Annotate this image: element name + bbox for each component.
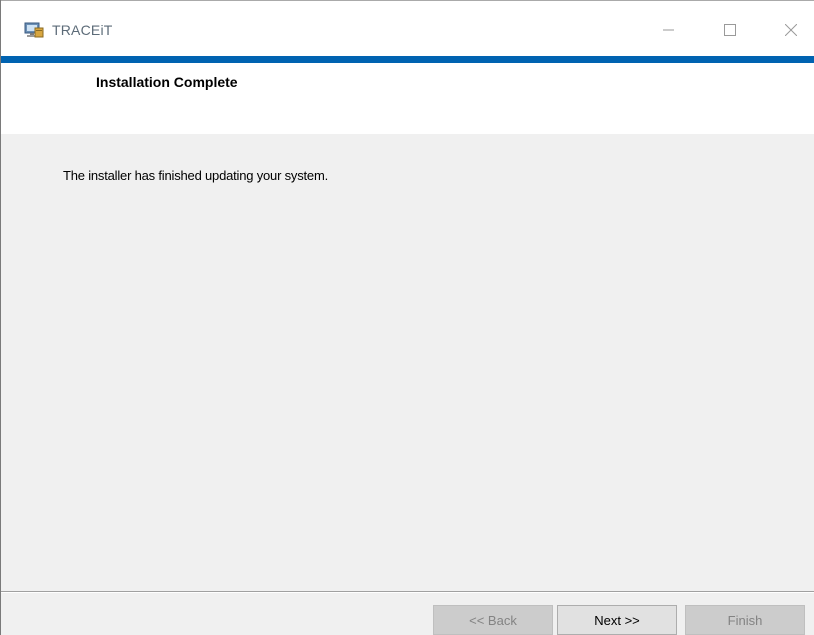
button-bar: << Back Next >> Finish xyxy=(1,593,814,635)
close-icon xyxy=(784,23,798,41)
back-button[interactable]: << Back xyxy=(433,605,553,635)
minimize-button[interactable] xyxy=(646,9,692,55)
title-bar[interactable]: TRACEiT xyxy=(1,0,814,56)
minimize-icon xyxy=(663,23,675,41)
installer-icon xyxy=(24,21,44,39)
content-panel: The installer has finished updating your… xyxy=(1,134,814,591)
title-accent-bar xyxy=(1,56,814,63)
maximize-icon xyxy=(724,23,736,41)
window-title: TRACEiT xyxy=(52,22,113,38)
maximize-button[interactable] xyxy=(707,9,753,55)
next-button[interactable]: Next >> xyxy=(557,605,677,635)
finish-button[interactable]: Finish xyxy=(685,605,805,635)
installer-window: TRACEiT Installation Complete The instal… xyxy=(0,0,814,635)
header-banner: Installation Complete xyxy=(1,63,814,134)
page-title: Installation Complete xyxy=(96,74,238,90)
status-message: The installer has finished updating your… xyxy=(63,168,328,183)
close-button[interactable] xyxy=(768,9,814,55)
